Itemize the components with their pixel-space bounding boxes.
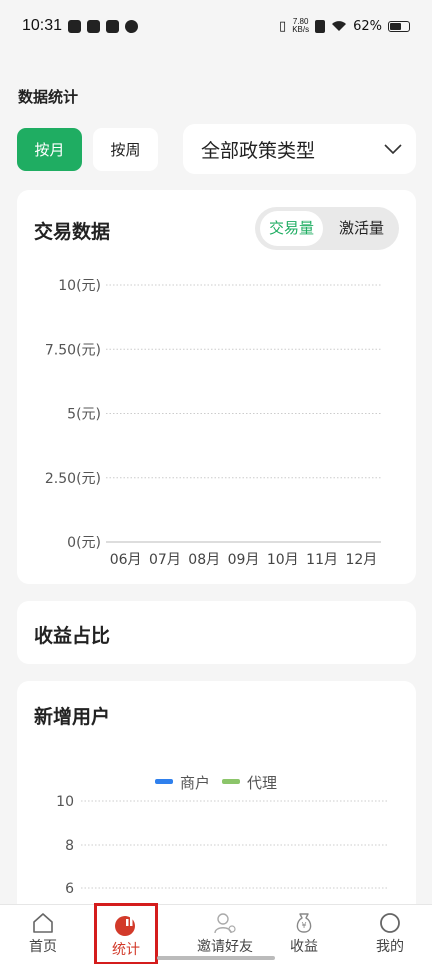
sim-icon	[315, 19, 326, 33]
policy-type-value: 全部政策类型	[201, 139, 316, 162]
status-time: 10:31	[22, 17, 63, 34]
wifi-icon	[332, 21, 347, 31]
trade-y-tick-label: 10(元)	[58, 278, 101, 294]
trade-x-tick-label: 11月	[306, 552, 338, 568]
trade-x-tick-label: 06月	[110, 552, 142, 568]
new-users-card: 新增用户 商户 代理 6 8 10	[17, 681, 416, 921]
status-left: 10:31	[22, 17, 139, 35]
trade-x-tick-label: 08月	[188, 552, 220, 568]
legend-swatch-agent	[222, 779, 240, 784]
legend-swatch-merchant	[155, 779, 173, 784]
users-y-tick-label: 6	[65, 881, 74, 897]
tab-mine-label: 我的	[376, 939, 404, 955]
home-icon	[33, 913, 53, 933]
policy-type-select[interactable]: 全部政策类型	[183, 124, 416, 174]
status-right: ▯ 7.80 KB/s 62%	[279, 18, 410, 34]
tab-invite-label: 邀请好友	[197, 939, 253, 955]
tab-earnings[interactable]: ¥ 收益	[269, 905, 339, 964]
trade-chart: 0(元) 2.50(元) 5(元) 7.50(元) 10(元) 06月 07月 08月 09月 1…	[45, 278, 381, 568]
filter-week-button[interactable]: 按周	[93, 128, 158, 171]
home-indicator	[157, 956, 275, 960]
invite-friend-icon	[214, 913, 236, 934]
trade-x-tick-label: 10月	[267, 552, 299, 568]
wallet-icon	[106, 19, 120, 33]
trade-y-tick-label: 7.50(元)	[45, 342, 101, 358]
users-chart: 商户 代理 6 8 10	[56, 774, 387, 897]
mail-icon	[87, 19, 101, 33]
profit-share-card: 收益占比	[17, 601, 416, 664]
tiktok-icon	[68, 19, 82, 33]
trade-y-tick-label: 5(元)	[67, 407, 101, 423]
chevron-down-icon	[384, 144, 402, 154]
tab-home[interactable]: 首页	[8, 905, 78, 964]
trade-x-tick-label: 09月	[228, 552, 260, 568]
battery-fill	[390, 22, 402, 30]
filter-row: 按月 按周 全部政策类型	[17, 124, 416, 174]
profile-icon	[380, 913, 400, 933]
battery-icon	[388, 20, 410, 32]
link-icon	[125, 19, 139, 33]
page-title: 数据统计	[18, 88, 79, 106]
legend-label-agent: 代理	[247, 774, 277, 792]
bottom-tab-bar: 首页 统计 邀请好友 ¥ 收益 我的	[0, 903, 432, 964]
legend-label-merchant: 商户	[180, 774, 210, 792]
users-y-tick-label: 10	[56, 794, 74, 810]
money-bag-icon: ¥	[296, 913, 312, 933]
profit-card-title: 收益占比	[34, 625, 111, 647]
tab-stats[interactable]: 统计	[94, 903, 158, 964]
trade-x-tick-label: 07月	[149, 552, 181, 568]
network-speed-unit: KB/s	[292, 25, 310, 34]
svg-text:¥: ¥	[301, 921, 306, 930]
trade-data-card: 交易数据 交易量 激活量 0(元) 2.50(元) 5(元) 7.50(元) 10(元)…	[17, 190, 416, 584]
stats-icon	[115, 916, 135, 936]
users-y-tick-label: 8	[65, 838, 74, 854]
tab-mine[interactable]: 我的	[355, 905, 425, 964]
tab-stats-label: 统计	[112, 942, 140, 958]
network-speed: 7.80 KB/s	[292, 18, 309, 34]
trade-x-tick-label: 12月	[345, 552, 377, 568]
tab-earnings-label: 收益	[290, 939, 318, 955]
trade-y-tick-label: 2.50(元)	[45, 471, 101, 487]
vibrate-icon: ▯	[279, 18, 287, 34]
tab-home-label: 首页	[29, 939, 57, 955]
trade-y-tick-label: 0(元)	[67, 535, 101, 551]
battery-percent: 62%	[353, 18, 382, 34]
status-bar: 10:31 ▯ 7.80 KB/s 62%	[0, 0, 432, 52]
filter-month-button[interactable]: 按月	[17, 128, 82, 171]
